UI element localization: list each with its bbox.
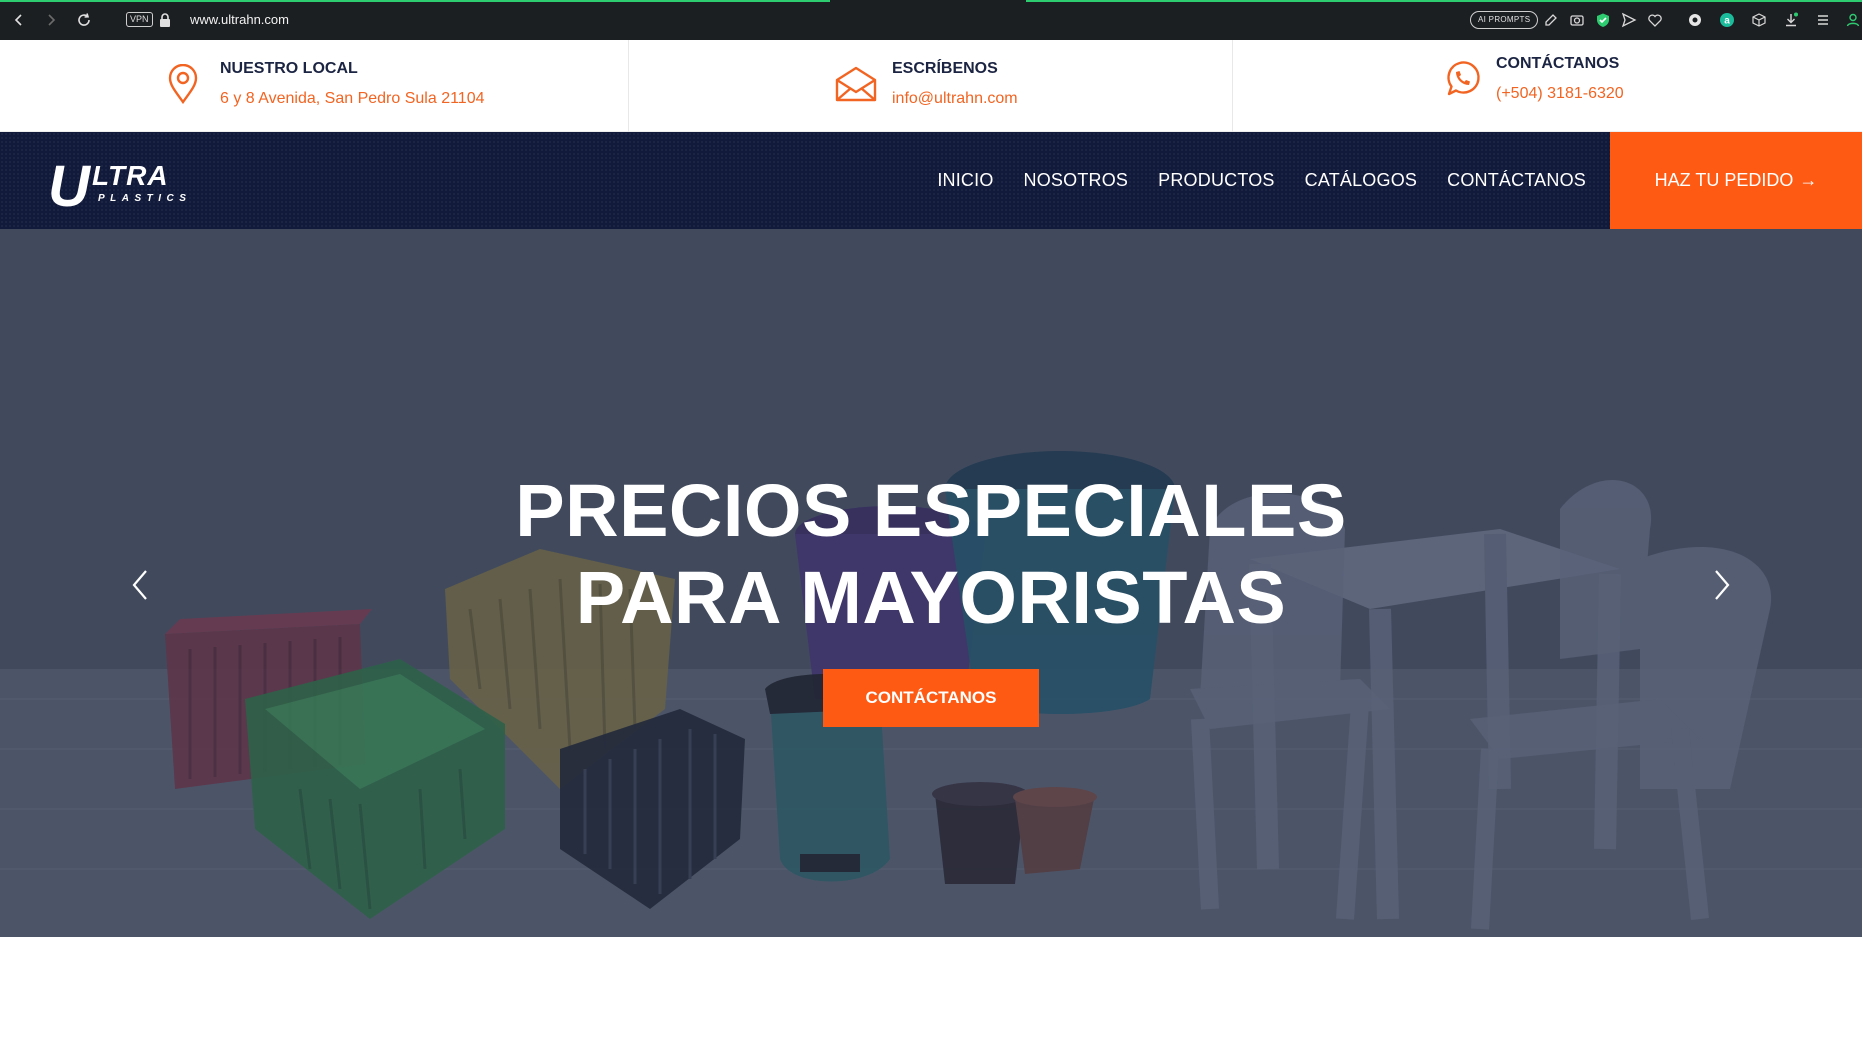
- order-button[interactable]: HAZ TU PEDIDO →: [1610, 132, 1862, 229]
- page-load-progress: [0, 0, 830, 2]
- logo-word: LTRA: [92, 160, 169, 191]
- hero-contact-button[interactable]: CONTÁCTANOS: [823, 669, 1039, 727]
- hero-title-line2: PARA MAYORISTAS: [575, 556, 1287, 639]
- phone-info: CONTÁCTANOS (+504) 3181-6320: [1233, 40, 1862, 132]
- phone-link[interactable]: (+504) 3181-6320: [1496, 85, 1624, 103]
- ultra-plastics-logo[interactable]: U LTRA PLASTICS: [48, 158, 220, 208]
- download-icon[interactable]: [1782, 11, 1800, 29]
- nav-link-nosotros[interactable]: NOSOTROS: [1024, 170, 1129, 191]
- lock-icon[interactable]: [158, 12, 172, 28]
- heart-icon[interactable]: [1646, 11, 1664, 29]
- contact-info-bar: NUESTRO LOCAL 6 y 8 Avenida, San Pedro S…: [0, 40, 1862, 132]
- order-button-label: HAZ TU PEDIDO: [1654, 170, 1794, 190]
- account-a-icon[interactable]: a: [1718, 11, 1736, 29]
- location-info: NUESTRO LOCAL 6 y 8 Avenida, San Pedro S…: [0, 40, 628, 132]
- whatsapp-icon: [1447, 61, 1480, 96]
- address-bar[interactable]: www.ultrahn.com: [190, 12, 289, 27]
- location-title: NUESTRO LOCAL: [220, 60, 358, 77]
- nav-link-inicio[interactable]: INICIO: [937, 170, 993, 191]
- logo-letter: U: [48, 158, 92, 208]
- email-link[interactable]: info@ultrahn.com: [892, 90, 1018, 108]
- browser-toolbar: VPN www.ultrahn.com AI PROMPTS a: [0, 0, 1862, 40]
- nav-link-catalogos[interactable]: CATÁLOGOS: [1305, 170, 1418, 191]
- hero-title-line1: PRECIOS ESPECIALES: [515, 469, 1347, 552]
- map-pin-icon: [168, 64, 198, 104]
- edit-icon[interactable]: [1542, 11, 1560, 29]
- envelope-icon: [835, 66, 877, 102]
- profile-icon[interactable]: [1844, 11, 1862, 29]
- cube-icon[interactable]: [1750, 11, 1768, 29]
- phone-title: CONTÁCTANOS: [1496, 55, 1620, 72]
- email-info: ESCRÍBENOS info@ultrahn.com: [629, 40, 1232, 132]
- extension-puzzle-icon[interactable]: [1686, 11, 1704, 29]
- nav-link-productos[interactable]: PRODUCTOS: [1158, 170, 1274, 191]
- location-address[interactable]: 6 y 8 Avenida, San Pedro Sula 21104: [220, 90, 485, 108]
- send-icon[interactable]: [1620, 11, 1638, 29]
- logo-sub: PLASTICS: [98, 193, 191, 204]
- shield-check-icon[interactable]: [1594, 11, 1612, 29]
- menu-lines-icon[interactable]: [1814, 11, 1832, 29]
- nav-link-contactanos[interactable]: CONTÁCTANOS: [1447, 170, 1586, 191]
- back-icon[interactable]: [8, 9, 30, 31]
- hero-slider: PRECIOS ESPECIALES PARA MAYORISTAS CONTÁ…: [0, 229, 1862, 937]
- forward-icon[interactable]: [40, 9, 62, 31]
- main-navbar: U LTRA PLASTICS INICIO NOSOTROS PRODUCTO…: [0, 132, 1862, 229]
- arrow-right-icon: →: [1799, 170, 1818, 190]
- ai-prompts-button[interactable]: AI PROMPTS: [1470, 11, 1539, 29]
- email-title: ESCRÍBENOS: [892, 60, 998, 77]
- nav-menu: INICIO NOSOTROS PRODUCTOS CATÁLOGOS CONT…: [937, 132, 1586, 229]
- page-load-progress-tail: [1026, 0, 1862, 2]
- svg-text:a: a: [1724, 16, 1730, 27]
- reload-icon[interactable]: [73, 9, 95, 31]
- camera-icon[interactable]: [1568, 11, 1586, 29]
- vpn-badge[interactable]: VPN: [126, 12, 153, 27]
